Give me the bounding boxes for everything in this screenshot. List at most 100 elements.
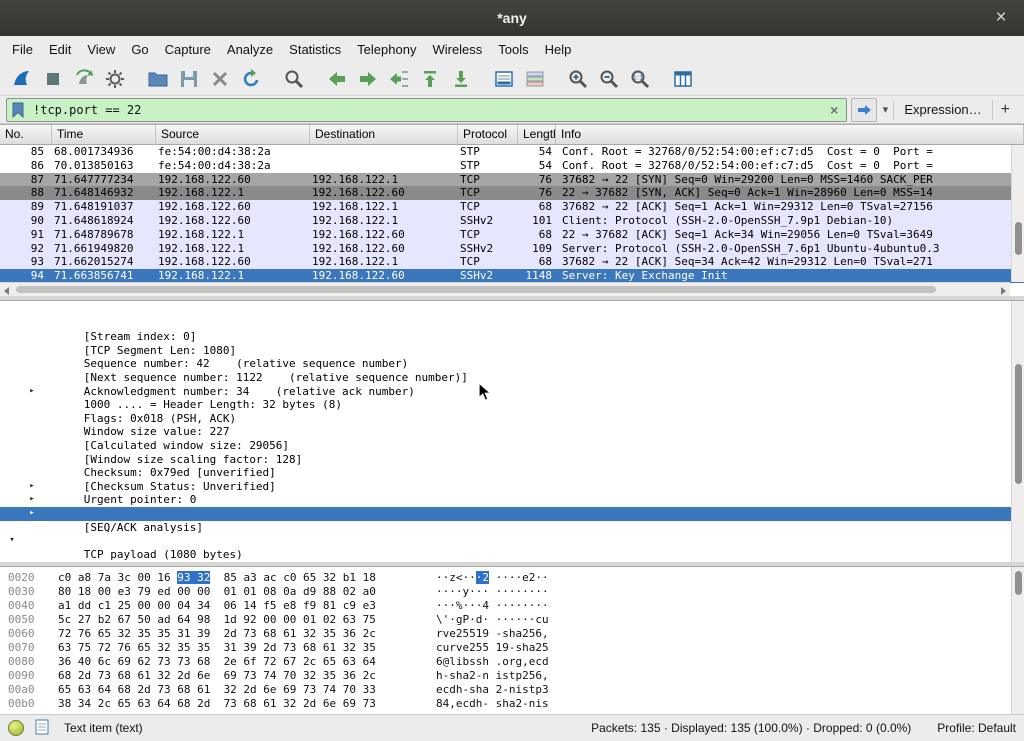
packet-row[interactable]: 93 71.662015274 192.168.122.60 192.168.1… [0,255,1024,269]
detail-line[interactable]: 1000 .... = Header Length: 32 bytes (8) [0,371,1024,385]
column-no[interactable]: No. [0,125,52,144]
hex-ascii[interactable]: curve255 19-sha25 [436,641,549,655]
display-filter-input[interactable] [31,102,826,118]
hex-ascii[interactable]: ···%···4 ········ [436,599,549,613]
expand-arrow-icon[interactable]: ▸ [26,480,38,494]
hex-ascii[interactable]: rve25519 -sha256, [436,627,549,641]
packet-row[interactable]: 94 71.663856741 192.168.122.1 192.168.12… [0,269,1024,283]
hex-ascii[interactable]: ecdh-sha 2-nistp3 [436,683,549,697]
hex-bytes[interactable]: 36 40 6c 69 62 73 73 68 2e 6f 72 67 2c 6… [58,655,388,669]
detail-line[interactable]: [TCP Segment Len: 1080] [0,317,1024,331]
capture-options-icon[interactable] [99,65,130,93]
filter-apply-icon[interactable] [851,98,877,122]
hex-ascii[interactable]: ····y··· ········ [436,585,549,599]
hex-bytes[interactable]: 63 75 72 76 65 32 35 35 31 39 2d 73 68 6… [58,641,388,655]
column-destination[interactable]: Destination [310,125,458,144]
menu-item[interactable]: Go [123,39,156,60]
expert-info-icon[interactable] [8,720,24,736]
stop-capture-icon[interactable] [37,65,68,93]
menu-item[interactable]: Wireless [424,39,490,60]
menu-item[interactable]: Telephony [349,39,424,60]
display-filter-field[interactable]: × [6,98,847,122]
go-bottom-icon[interactable] [445,65,476,93]
go-to-packet-icon[interactable] [383,65,414,93]
packet-list-hscroll-thumb[interactable] [16,286,936,293]
detail-line[interactable]: [Next sequence number: 1122 (relative se… [0,344,1024,358]
packet-list-hscrollbar[interactable] [0,282,1010,296]
profile-button[interactable]: Profile: Default [937,721,1016,735]
detail-line[interactable]: Urgent pointer: 0 [0,466,1024,480]
details-vscrollbar[interactable] [1011,301,1024,562]
hex-row[interactable]: 0030 80 18 00 e3 79 ed 00 00 01 01 08 0a… [0,585,1024,599]
reload-icon[interactable] [235,65,266,93]
hex-row[interactable]: 0050 5c 27 b2 67 50 ad 64 98 1d 92 00 00… [0,613,1024,627]
menu-item[interactable]: Analyze [219,39,281,60]
packet-row[interactable]: 85 68.001734936 fe:54:00:d4:38:2a STP 54… [0,145,1024,159]
menu-item[interactable]: Tools [490,39,536,60]
hex-row[interactable]: 0080 36 40 6c 69 62 73 73 68 2e 6f 72 67… [0,655,1024,669]
hex-bytes[interactable]: a1 dd c1 25 00 00 04 34 06 14 f5 e8 f9 8… [58,599,388,613]
detail-line[interactable]: ▸ [SEQ/ACK analysis] [0,493,1024,507]
zoom-in-icon[interactable] [562,65,593,93]
open-file-icon[interactable] [142,65,173,93]
hex-row[interactable]: 0020 c0 a8 7a 3c 00 16 93 32 85 a3 ac c0… [0,571,1024,585]
detail-line[interactable]: Acknowledgment number: 34 (relative ack … [0,357,1024,371]
find-packet-icon[interactable] [278,65,309,93]
zoom-original-icon[interactable]: 1:1 [624,65,655,93]
hex-ascii[interactable]: 6@libssh .org,ecd [436,655,549,669]
packet-row[interactable]: 87 71.647777234 192.168.122.60 192.168.1… [0,173,1024,187]
hex-vscroll-thumb[interactable] [1015,571,1022,595]
detail-line[interactable]: ▸ Flags: 0x018 (PSH, ACK) [0,385,1024,399]
titlebar[interactable]: *any × [0,0,1024,36]
add-filter-button[interactable]: + [992,100,1018,120]
scroll-right-arrow[interactable] [1001,287,1006,295]
autoscroll-icon[interactable] [488,65,519,93]
scroll-left-arrow[interactable] [4,287,9,295]
details-vscroll-thumb[interactable] [1015,364,1022,484]
detail-line[interactable]: ▸ [Timestamps] [0,507,1024,521]
save-file-icon[interactable] [173,65,204,93]
detail-line[interactable]: [Window size scaling factor: 128] [0,425,1024,439]
column-time[interactable]: Time [52,125,156,144]
hex-ascii[interactable]: h-sha2-n istp256, [436,669,549,683]
hex-bytes[interactable]: 65 63 64 68 2d 73 68 61 32 2d 6e 69 73 7… [58,683,388,697]
hex-bytes[interactable]: 72 76 65 32 35 35 31 39 2d 73 68 61 32 3… [58,627,388,641]
hex-row[interactable]: 00b0 38 34 2c 65 63 64 68 2d 73 68 61 32… [0,697,1024,711]
hex-vscrollbar[interactable] [1011,567,1024,714]
capture-comment-icon[interactable] [34,719,50,738]
detail-line[interactable]: SSH Version 2 (encryption:chacha20-poly1… [0,548,1024,562]
column-source[interactable]: Source [156,125,310,144]
menu-item[interactable]: View [79,39,123,60]
hex-row[interactable]: 00a0 65 63 64 68 2d 73 68 61 32 2d 6e 69… [0,683,1024,697]
expression-button[interactable]: Expression… [893,100,991,120]
go-back-icon[interactable] [321,65,352,93]
menu-item[interactable]: File [4,39,41,60]
hex-row[interactable]: 0060 72 76 65 32 35 35 31 39 2d 73 68 61… [0,627,1024,641]
menu-item[interactable]: Statistics [281,39,349,60]
packet-list-vscrollbar[interactable] [1011,145,1024,282]
expand-arrow-icon[interactable]: ▸ [26,385,38,399]
resize-columns-icon[interactable] [667,65,698,93]
hex-row[interactable]: 0070 63 75 72 76 65 32 35 35 31 39 2d 73… [0,641,1024,655]
packet-row[interactable]: 92 71.661949820 192.168.122.1 192.168.12… [0,242,1024,256]
detail-line[interactable]: [Checksum Status: Unverified] [0,453,1024,467]
hex-bytes[interactable]: c0 a8 7a 3c 00 16 93 32 85 a3 ac c0 65 3… [58,571,388,585]
detail-line[interactable]: ▾ SSH Protocol [0,534,1024,548]
expand-arrow-icon[interactable]: ▾ [6,534,18,548]
restart-capture-icon[interactable] [68,65,99,93]
detail-line[interactable]: Window size value: 227 [0,398,1024,412]
expand-arrow-icon[interactable]: ▸ [26,493,38,507]
detail-line[interactable]: Checksum: 0x79ed [unverified] [0,439,1024,453]
menu-item[interactable]: Help [537,39,580,60]
packet-list-vscroll-thumb[interactable] [1015,222,1022,255]
packet-row[interactable]: 90 71.648618924 192.168.122.60 192.168.1… [0,214,1024,228]
detail-line[interactable]: [Stream index: 0] [0,303,1024,317]
filter-clear-icon[interactable]: × [826,102,842,118]
column-info[interactable]: Info [556,125,1024,144]
packet-row[interactable]: 88 71.648146932 192.168.122.1 192.168.12… [0,186,1024,200]
packet-row[interactable]: 91 71.648789678 192.168.122.1 192.168.12… [0,228,1024,242]
go-forward-icon[interactable] [352,65,383,93]
hex-bytes[interactable]: 5c 27 b2 67 50 ad 64 98 1d 92 00 00 01 0… [58,613,388,627]
filter-dropdown-icon[interactable]: ▾ [877,99,893,121]
expand-arrow-icon[interactable]: ▸ [26,507,38,521]
